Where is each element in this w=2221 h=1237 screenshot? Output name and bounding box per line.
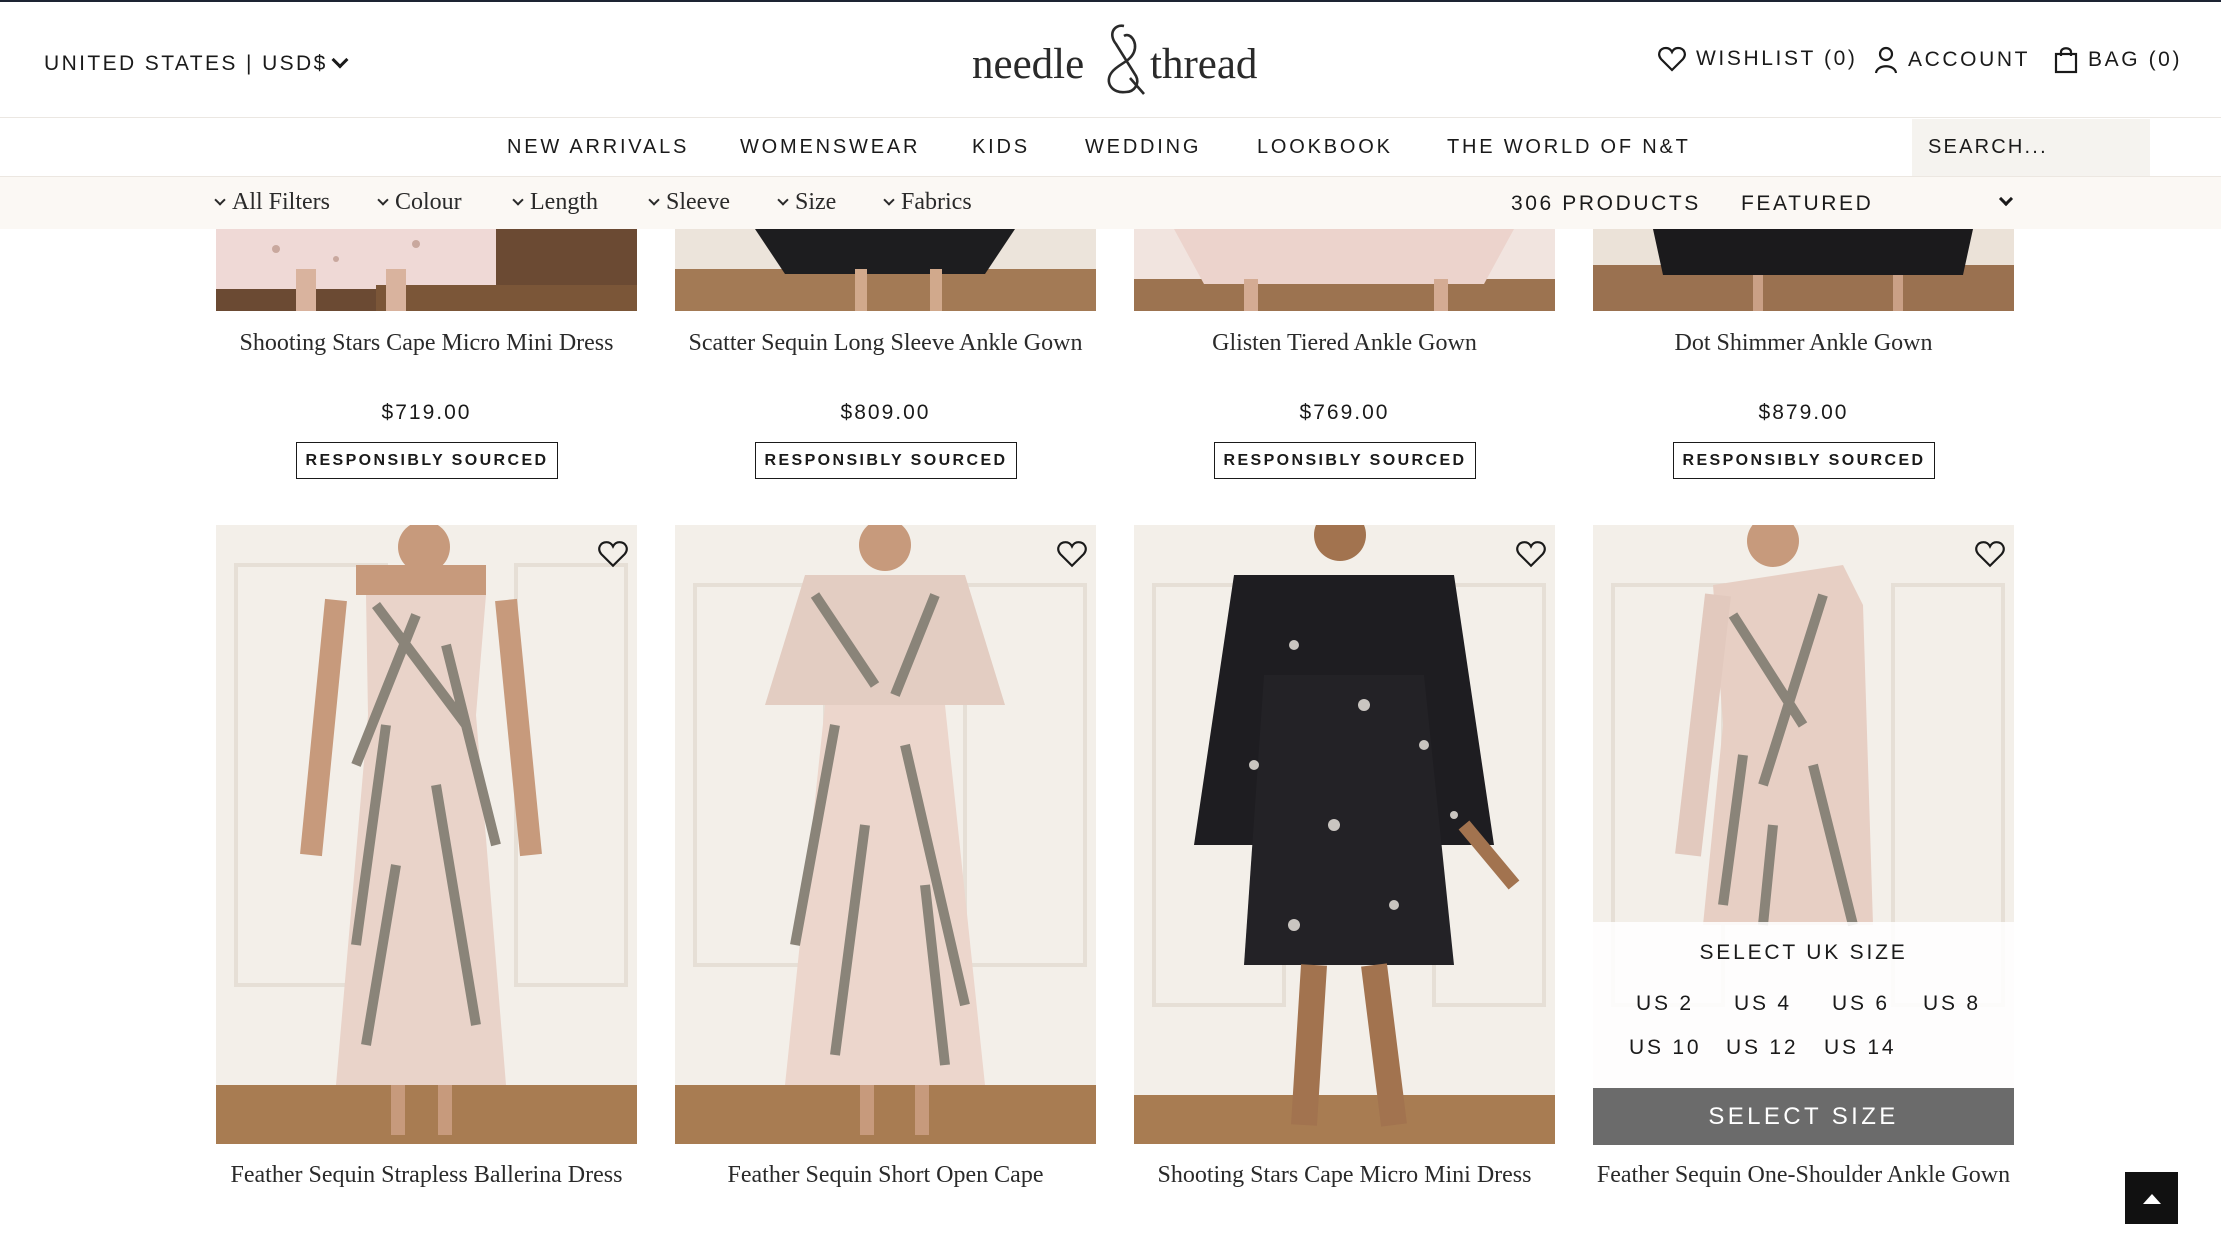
product-image[interactable] bbox=[1134, 525, 1555, 1144]
product-name[interactable]: Scatter Sequin Long Sleeve Ankle Gown bbox=[675, 329, 1096, 358]
product-count: 306 PRODUCTS bbox=[1511, 192, 1701, 215]
wishlist-label: WISHLIST (0) bbox=[1696, 47, 1858, 70]
heart-icon[interactable] bbox=[1516, 539, 1546, 569]
size-option-us4[interactable]: US 4 bbox=[1734, 992, 1792, 1016]
filter-label: Size bbox=[795, 189, 837, 215]
bag-link[interactable]: BAG (0) bbox=[2054, 46, 2182, 74]
product-name[interactable]: Shooting Stars Cape Micro Mini Dress bbox=[216, 329, 637, 358]
chevron-down-icon bbox=[214, 194, 226, 206]
product-price: $719.00 bbox=[381, 401, 472, 424]
nav-world-of-nt[interactable]: THE WORLD OF N&T bbox=[1447, 136, 1691, 159]
back-to-top-button[interactable] bbox=[2125, 1172, 2178, 1224]
responsibly-sourced-badge: RESPONSIBLY SOURCED bbox=[755, 442, 1017, 479]
account-link[interactable]: ACCOUNT bbox=[1874, 46, 2030, 74]
chevron-down-icon bbox=[331, 51, 349, 69]
nav-new-arrivals[interactable]: NEW ARRIVALS bbox=[507, 136, 689, 159]
chevron-down-icon bbox=[512, 194, 524, 206]
nav-womenswear[interactable]: WOMENSWEAR bbox=[740, 136, 920, 159]
size-option-us8[interactable]: US 8 bbox=[1923, 992, 1981, 1016]
responsibly-sourced-badge: RESPONSIBLY SOURCED bbox=[296, 442, 558, 479]
filter-colour[interactable]: Colour bbox=[377, 189, 462, 216]
size-option-us2[interactable]: US 2 bbox=[1636, 992, 1694, 1016]
chevron-down-icon bbox=[377, 194, 389, 206]
nav-kids[interactable]: KIDS bbox=[972, 136, 1030, 159]
chevron-down-icon bbox=[1998, 191, 2014, 207]
filter-sleeve[interactable]: Sleeve bbox=[648, 189, 730, 216]
product-image[interactable] bbox=[675, 229, 1096, 311]
user-icon bbox=[1874, 46, 1898, 74]
heart-icon bbox=[1658, 46, 1686, 72]
size-option-us10[interactable]: US 10 bbox=[1629, 1036, 1701, 1060]
product-name[interactable]: Dot Shimmer Ankle Gown bbox=[1593, 329, 2014, 358]
filter-label: Length bbox=[530, 189, 598, 215]
heart-icon[interactable] bbox=[1975, 539, 2005, 569]
filter-label: Colour bbox=[395, 189, 462, 215]
shopping-bag-icon bbox=[2054, 47, 2078, 74]
filter-label: Fabrics bbox=[901, 189, 972, 215]
filter-length[interactable]: Length bbox=[512, 189, 598, 216]
locale-currency-selector[interactable]: UNITED STATES | USD$ bbox=[44, 51, 349, 76]
filter-all-filters[interactable]: All Filters bbox=[214, 189, 331, 216]
product-name[interactable]: Feather Sequin One-Shoulder Ankle Gown bbox=[1593, 1161, 2014, 1190]
size-option-us14[interactable]: US 14 bbox=[1824, 1036, 1896, 1060]
product-name[interactable]: Glisten Tiered Ankle Gown bbox=[1134, 329, 1555, 358]
locale-label: UNITED STATES | USD$ bbox=[44, 52, 328, 75]
responsibly-sourced-badge: RESPONSIBLY SOURCED bbox=[1214, 442, 1476, 479]
site-header: UNITED STATES | USD$ needle thread WISHL… bbox=[0, 0, 2221, 118]
nav-wedding[interactable]: WEDDING bbox=[1085, 136, 1201, 159]
product-name[interactable]: Shooting Stars Cape Micro Mini Dress bbox=[1134, 1161, 1555, 1190]
product-image[interactable] bbox=[216, 229, 637, 311]
filter-fabrics[interactable]: Fabrics bbox=[883, 189, 972, 216]
filter-size[interactable]: Size bbox=[777, 189, 837, 216]
size-option-us6[interactable]: US 6 bbox=[1832, 992, 1890, 1016]
chevron-down-icon bbox=[777, 194, 789, 206]
chevron-down-icon bbox=[648, 194, 660, 206]
logo-word-thread: thread bbox=[1150, 41, 1258, 88]
responsibly-sourced-badge: RESPONSIBLY SOURCED bbox=[1673, 442, 1935, 479]
size-panel-title: SELECT UK SIZE bbox=[1699, 941, 1908, 964]
product-image[interactable] bbox=[216, 525, 637, 1144]
bag-label: BAG (0) bbox=[2088, 48, 2183, 71]
product-price: $769.00 bbox=[1299, 401, 1390, 424]
quick-size-panel: SELECT UK SIZE US 2 US 4 US 6 US 8 US 10… bbox=[1593, 922, 2014, 1145]
arrow-up-icon bbox=[2142, 1194, 2161, 1204]
sort-label: FEATURED bbox=[1741, 192, 1874, 215]
logo-word-needle: needle bbox=[972, 41, 1085, 88]
ampersand-logo-icon bbox=[1107, 24, 1145, 95]
heart-icon[interactable] bbox=[598, 539, 628, 569]
product-name[interactable]: Feather Sequin Short Open Cape bbox=[675, 1161, 1096, 1190]
main-navigation: NEW ARRIVALS WOMENSWEAR KIDS WEDDING LOO… bbox=[0, 119, 2221, 176]
account-label: ACCOUNT bbox=[1908, 48, 2031, 71]
filter-bar: All Filters Colour Length Sleeve Size Fa… bbox=[0, 176, 2221, 229]
product-name[interactable]: Feather Sequin Strapless Ballerina Dress bbox=[216, 1161, 637, 1190]
product-image[interactable] bbox=[675, 525, 1096, 1144]
filter-label: All Filters bbox=[232, 189, 331, 215]
sort-dropdown[interactable]: FEATURED bbox=[1741, 191, 2014, 216]
nav-lookbook[interactable]: LOOKBOOK bbox=[1257, 136, 1393, 159]
product-image[interactable] bbox=[1593, 229, 2014, 311]
heart-icon[interactable] bbox=[1057, 539, 1087, 569]
product-image[interactable] bbox=[1134, 229, 1555, 311]
search-input[interactable] bbox=[1912, 119, 2150, 176]
site-logo[interactable]: needle thread bbox=[972, 22, 1262, 98]
filter-label: Sleeve bbox=[666, 189, 730, 215]
product-price: $879.00 bbox=[1758, 401, 1849, 424]
product-price: $809.00 bbox=[840, 401, 931, 424]
size-option-us12[interactable]: US 12 bbox=[1726, 1036, 1798, 1060]
chevron-down-icon bbox=[883, 194, 895, 206]
wishlist-link[interactable]: WISHLIST (0) bbox=[1658, 46, 1858, 72]
select-size-button[interactable]: SELECT SIZE bbox=[1593, 1088, 2014, 1145]
